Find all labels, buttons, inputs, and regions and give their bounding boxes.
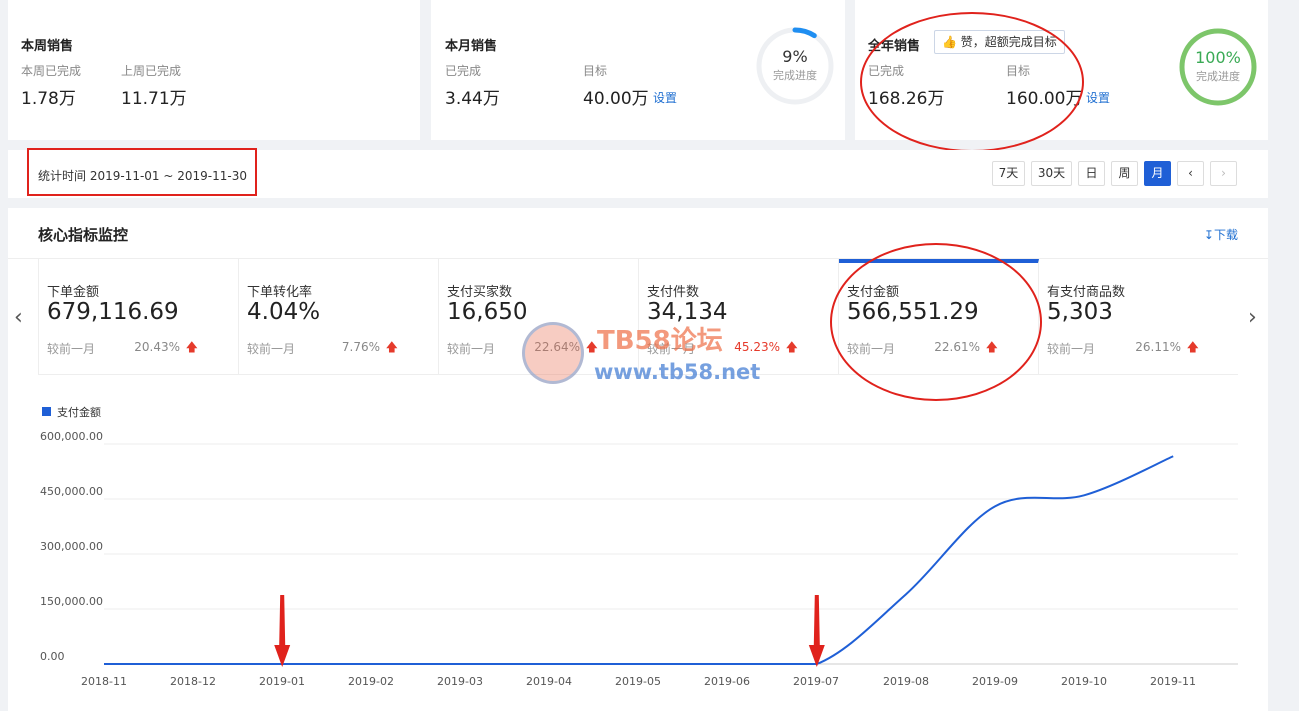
- annotation-arrow: [274, 595, 291, 667]
- x-tick-label: 2019-07: [793, 675, 839, 688]
- x-tick-label: 2019-02: [348, 675, 394, 688]
- x-tick-label: 2019-08: [883, 675, 929, 688]
- payment-line-chart[interactable]: [0, 0, 1299, 711]
- x-tick-label: 2019-09: [972, 675, 1018, 688]
- annotation-arrow: [808, 595, 825, 667]
- x-tick-label: 2019-06: [704, 675, 750, 688]
- x-tick-label: 2019-11: [1150, 675, 1196, 688]
- x-tick-label: 2019-10: [1061, 675, 1107, 688]
- x-tick-label: 2018-12: [170, 675, 216, 688]
- x-tick-label: 2019-04: [526, 675, 572, 688]
- x-tick-label: 2019-05: [615, 675, 661, 688]
- x-tick-label: 2019-01: [259, 675, 305, 688]
- series-line-payment: [104, 455, 1174, 666]
- x-tick-label: 2019-03: [437, 675, 483, 688]
- x-tick-label: 2018-11: [81, 675, 127, 688]
